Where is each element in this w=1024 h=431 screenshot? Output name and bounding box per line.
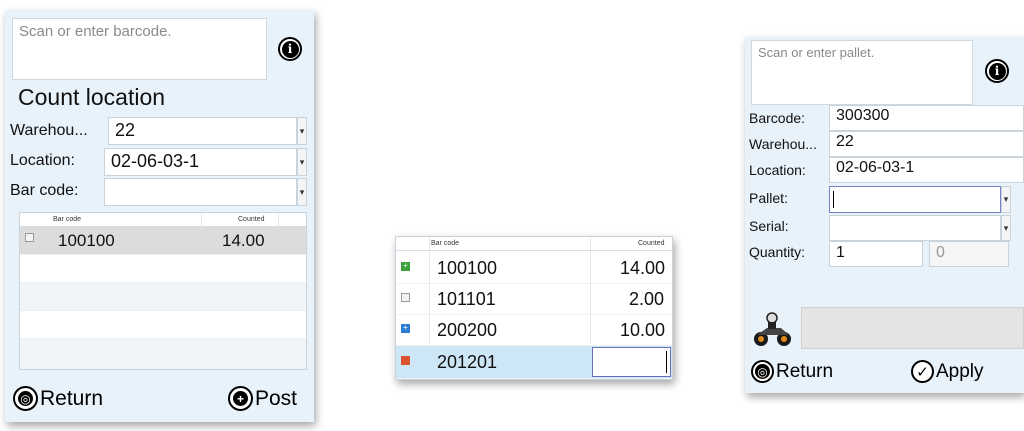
row-barcode: 100100	[437, 258, 498, 278]
column-header-counted: Counted	[238, 216, 265, 223]
table-row[interactable]: 101101 2.00	[396, 284, 672, 315]
page-title: Count location	[18, 84, 166, 110]
checkmark-icon: ✓	[911, 360, 934, 383]
row-counted: 14.00	[222, 231, 265, 250]
warehouse-label: Warehou...	[10, 122, 88, 139]
pallet-field[interactable]	[829, 186, 1001, 213]
table-row-selected[interactable]: 201201	[396, 346, 672, 379]
gray-square-icon	[401, 293, 410, 302]
count-location-panel: Scan or enter barcode. i Count location …	[5, 10, 314, 422]
status-area	[801, 307, 1024, 349]
apply-button-label: Apply	[936, 360, 984, 382]
location-label: Location:	[749, 162, 806, 178]
location-label: Location:	[10, 152, 75, 169]
barcode-label: Bar code:	[10, 182, 79, 199]
table-row[interactable]	[20, 283, 306, 311]
warehouse-field[interactable]: 22	[108, 117, 297, 145]
count-grid: Bar code Counted 100100 14.00	[19, 212, 307, 370]
return-icon: ◎	[751, 360, 774, 383]
table-row[interactable]: 100100 14.00	[20, 227, 306, 255]
return-icon: ◎	[13, 386, 38, 411]
counted-items-grid: Bar code Counted + 100100 14.00 101101 2…	[395, 236, 673, 380]
pallet-entry-panel: Scan or enter pallet. i Barcode: 300300 …	[745, 37, 1024, 393]
table-row[interactable]: + 100100 14.00	[396, 253, 672, 284]
info-icon[interactable]: i	[985, 59, 1009, 83]
pallet-scan-input[interactable]: Scan or enter pallet.	[751, 40, 973, 105]
info-icon[interactable]: i	[278, 37, 302, 61]
pallet-label: Pallet:	[749, 190, 788, 206]
quantity-secondary-field: 0	[929, 241, 1009, 267]
table-row[interactable]	[20, 255, 306, 283]
quantity-label: Quantity:	[749, 244, 806, 260]
apply-button[interactable]: ✓ Apply	[911, 360, 984, 383]
barcode-field[interactable]	[104, 178, 297, 206]
row-counted: 14.00	[620, 258, 666, 278]
text-cursor	[833, 191, 834, 208]
counted-edit-field[interactable]	[592, 347, 671, 377]
green-plus-icon: +	[401, 262, 410, 271]
barcode-field[interactable]: 300300	[829, 105, 1024, 131]
table-row[interactable]	[20, 339, 306, 369]
go-kart-image	[754, 312, 791, 346]
location-field[interactable]: 02-06-03-1	[104, 148, 297, 176]
grid-header: Bar code Counted	[20, 213, 306, 227]
warehouse-dropdown-icon[interactable]: ▾	[297, 117, 307, 145]
barcode-scan-input[interactable]: Scan or enter barcode.	[12, 18, 267, 80]
post-icon: +	[228, 386, 253, 411]
serial-field[interactable]	[829, 215, 1001, 241]
post-button-label: Post	[255, 386, 298, 410]
return-button[interactable]: ◎ Return	[13, 386, 103, 411]
quantity-field[interactable]: 1	[829, 241, 923, 267]
return-button[interactable]: ◎ Return	[751, 360, 833, 383]
column-header-barcode: Bar code	[431, 240, 460, 247]
location-field[interactable]: 02-06-03-1	[829, 157, 1024, 183]
grid-header: Bar code Counted	[396, 237, 672, 251]
row-counted: 10.00	[620, 320, 666, 340]
return-button-label: Return	[40, 386, 104, 410]
serial-label: Serial:	[749, 218, 789, 234]
text-cursor	[666, 351, 667, 373]
row-barcode: 101101	[437, 289, 496, 309]
location-dropdown-icon[interactable]: ▾	[297, 148, 307, 176]
row-barcode: 201201	[437, 352, 498, 372]
column-header-barcode: Bar code	[53, 216, 82, 223]
red-square-icon	[401, 356, 410, 365]
row-barcode: 100100	[58, 231, 115, 250]
barcode-dropdown-icon[interactable]: ▾	[297, 178, 307, 206]
barcode-label: Barcode:	[749, 110, 806, 126]
post-button[interactable]: + Post	[228, 386, 297, 411]
table-row[interactable]: + 200200 10.00	[396, 315, 672, 346]
table-row[interactable]	[20, 311, 306, 339]
blue-plus-icon: +	[401, 324, 410, 333]
pallet-dropdown-icon[interactable]: ▾	[1001, 186, 1011, 213]
warehouse-label: Warehou...	[749, 136, 817, 152]
warehouse-field[interactable]: 22	[829, 131, 1024, 157]
row-barcode: 200200	[437, 320, 498, 340]
column-header-counted: Counted	[638, 240, 665, 247]
row-counted: 2.00	[629, 289, 665, 309]
serial-dropdown-icon[interactable]: ▾	[1001, 215, 1011, 241]
return-button-label: Return	[776, 360, 834, 382]
gray-square-icon	[25, 233, 34, 242]
